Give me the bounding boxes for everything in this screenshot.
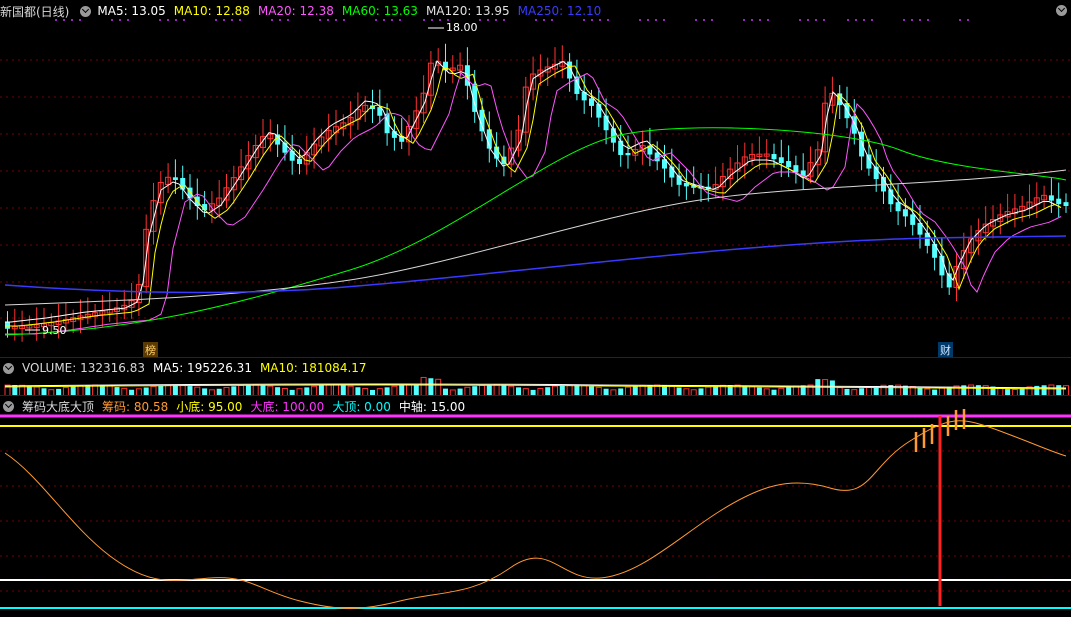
candle-body-down — [596, 103, 602, 118]
ma20-label: MA20: 12.38 — [257, 4, 334, 18]
signal-dot — [823, 19, 825, 21]
volume-bar-up — [435, 378, 442, 396]
ma5-label: MA5: 13.05 — [97, 4, 166, 18]
chip-panel[interactable]: 筹码大底大顶 筹码: 80.58 小底: 95.00 大底: 100.00 大顶… — [0, 395, 1071, 617]
small-bottom-label: 小底: 95.00 — [176, 399, 243, 414]
candle-body-down — [771, 154, 777, 160]
candle-body-down — [610, 128, 616, 143]
signal-dot — [759, 19, 761, 21]
event-tag-rank[interactable]: 榜 — [143, 342, 158, 358]
ma20-line — [5, 72, 1062, 335]
signal-dot — [663, 19, 665, 21]
candle-body-down — [589, 98, 594, 106]
low-price-label: 9.50 — [42, 324, 67, 337]
candle-body-down — [289, 150, 295, 161]
signal-dot — [751, 19, 753, 21]
signal-dot — [847, 19, 849, 21]
signal-dot — [967, 19, 969, 21]
candle-body-down — [932, 243, 938, 258]
signal-dot — [695, 19, 697, 21]
high-price-label: 18.00 — [446, 21, 478, 34]
volume-bar-down — [829, 380, 835, 396]
signal-dot — [655, 19, 657, 21]
candle-body-down — [1048, 195, 1054, 201]
signal-dot — [639, 19, 641, 21]
chip-menu-icon[interactable] — [3, 400, 14, 412]
ma60-label: MA60: 13.63 — [341, 4, 418, 18]
signal-dot — [871, 19, 873, 21]
candle-body-down — [1056, 198, 1062, 205]
ma250-label: MA250: 12.10 — [517, 4, 602, 18]
stock-title: 新国都(日线) — [0, 4, 70, 19]
signal-dot — [647, 19, 649, 21]
volume-panel[interactable]: VOLUME: 132316.83 MA5: 195226.31 MA10: 1… — [0, 357, 1071, 396]
collapse-icon[interactable] — [1056, 5, 1067, 16]
candle-body-down — [1063, 202, 1069, 207]
signal-dot — [959, 19, 961, 21]
signal-dot — [703, 19, 705, 21]
volume-menu-icon[interactable] — [3, 362, 14, 374]
event-tag-finance[interactable]: 财 — [938, 342, 953, 358]
candle-body-down — [5, 322, 10, 329]
candle-body-down — [297, 158, 302, 165]
signal-dot — [743, 19, 745, 21]
ma10-label: MA10: 12.88 — [173, 4, 250, 18]
candle-body-down — [180, 177, 186, 190]
chip-value-label: 筹码: 80.58 — [102, 399, 169, 414]
chip-chart[interactable] — [0, 396, 1071, 617]
candle-body-down — [172, 177, 178, 180]
candle-body-down — [625, 152, 631, 156]
price-chart[interactable] — [0, 0, 1071, 356]
signal-dot — [903, 19, 905, 21]
chip-header: 筹码大底大顶 筹码: 80.58 小底: 95.00 大底: 100.00 大顶… — [0, 397, 473, 415]
indicator-menu-icon[interactable] — [80, 5, 92, 17]
signal-dot — [927, 19, 929, 21]
signal-dot — [711, 19, 713, 21]
big-top-label: 大顶: 0.00 — [332, 399, 391, 414]
volume-label: VOLUME: 132316.83 — [22, 361, 145, 375]
ma120-label: MA120: 13.95 — [425, 4, 510, 18]
signal-dot — [855, 19, 857, 21]
volume-bar-down — [428, 378, 434, 396]
big-bottom-label: 大底: 100.00 — [250, 399, 325, 414]
volume-header: VOLUME: 132316.83 MA5: 195226.31 MA10: 1… — [0, 359, 375, 377]
price-header: 新国都(日线) MA5: 13.05 MA10: 12.88 MA20: 12.… — [0, 2, 609, 20]
candle-body-down — [603, 115, 609, 131]
vol-ma5-label: MA5: 195226.31 — [153, 361, 252, 375]
price-panel[interactable]: 新国都(日线) MA5: 13.05 MA10: 12.88 MA20: 12.… — [0, 0, 1071, 358]
candle-body-down — [786, 161, 792, 168]
candle-body-down — [618, 140, 624, 155]
ma250-line — [4, 235, 1067, 294]
candle-body-down — [902, 209, 908, 217]
signal-dot — [767, 19, 769, 21]
signal-dot — [911, 19, 913, 21]
signal-dot — [919, 19, 921, 21]
volume-bar-up — [420, 376, 427, 396]
chip-title: 筹码大底大顶 — [22, 399, 95, 414]
signal-dot — [815, 19, 817, 21]
candle-body-down — [654, 152, 660, 162]
signal-dot — [799, 19, 801, 21]
signal-dot — [807, 19, 809, 21]
center-axis-label: 中轴: 15.00 — [398, 399, 466, 414]
signal-dot — [863, 19, 865, 21]
candle-body-down — [778, 157, 784, 164]
candle-body-down — [895, 202, 901, 212]
candle-body-down — [910, 214, 916, 225]
vol-ma10-label: MA10: 181084.17 — [259, 361, 367, 375]
